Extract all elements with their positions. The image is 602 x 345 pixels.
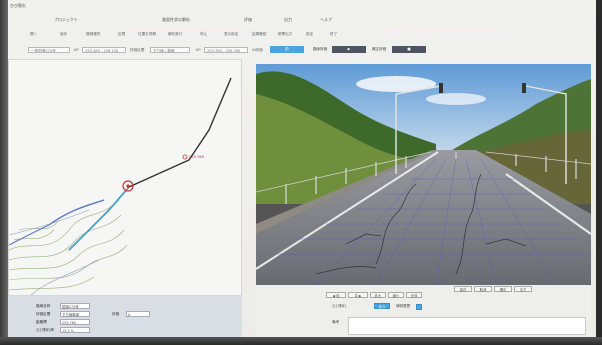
cancel-button[interactable]: 取消 (474, 286, 492, 292)
road-eval-button[interactable]: 路面評価 (310, 46, 330, 53)
menu-project[interactable]: プロジェクト (54, 17, 78, 23)
toolbar-save-button[interactable]: 保存 (60, 32, 67, 37)
menu-analysis[interactable]: 路面性状の解析 (162, 17, 190, 23)
menu-help[interactable]: ヘルプ (320, 17, 332, 23)
prev-button[interactable]: 前 (270, 46, 304, 53)
route-line (68, 77, 232, 251)
menu-output[interactable]: 出力 (284, 17, 292, 23)
info-label-section: 評価区間 (36, 312, 51, 316)
kp-marker-label: 255.760 (189, 155, 205, 159)
route-evaluated-segment (68, 186, 130, 251)
prev-frame-button[interactable]: ◀ 前 (326, 292, 346, 298)
fit-button[interactable]: 全体 (406, 292, 422, 298)
menu-evaluate[interactable]: 評価 (244, 17, 252, 23)
info-value-route[interactable]: 国道274号 (60, 303, 90, 309)
kp-range-field[interactable]: 255.760 - 255.760 (204, 47, 248, 53)
info-extra-select[interactable]: A (126, 311, 150, 317)
repair-history-checkbox[interactable] (416, 304, 422, 310)
current-position-dot (126, 184, 130, 188)
menu-bar: プロジェクト 路面性状の解析 評価 出力 ヘルプ (10, 15, 590, 23)
zoom-in-button[interactable]: 拡大 (370, 292, 386, 298)
note-label: 備考 (332, 320, 340, 324)
info-label-route: 路線名称 (36, 304, 51, 308)
crack-label: ひび割れ (332, 304, 347, 308)
info-label-kp: 距離標 (36, 320, 47, 324)
play-button[interactable]: ▶ (332, 46, 366, 53)
road-image (256, 64, 591, 285)
stop-button[interactable]: ■ (392, 46, 426, 53)
toolbar-sync-button[interactable]: 位置を同期 (138, 32, 156, 37)
ai-eval-label: AI評価 (252, 48, 263, 52)
save-button[interactable]: 保存 (454, 286, 472, 292)
info-panel: 路線名称 国道274号 評価区間 下り線車線 距離標 255.760 ひび割れ率… (8, 296, 242, 337)
kp-label: KP (196, 48, 201, 52)
toolbar-result-button[interactable]: 結果確認 (252, 32, 266, 37)
toolbar-open-button[interactable]: 開く (30, 32, 37, 37)
toolbar-exit-button[interactable]: 終了 (330, 32, 337, 37)
toolbar-report-button[interactable]: 帳票出力 (278, 32, 292, 37)
crack-toggle[interactable]: あり (374, 303, 390, 309)
info-value-kp[interactable]: 255.760 (60, 319, 90, 325)
info-extra-label: 評価 (112, 312, 120, 316)
info-value-crack-rate[interactable]: 15.3 % (60, 327, 90, 333)
road-video-panel[interactable] (256, 64, 591, 285)
repair-history-label: 補修履歴 (396, 304, 411, 308)
route-map[interactable]: 255.760 (9, 60, 242, 296)
toolbar-section-button[interactable]: 区間 (118, 32, 125, 37)
control-panel: ◀ 前 次 ▶ 拡大 縮小 全体 保存 取消 確定 出力 ひび割れ あり 補修履… (256, 286, 591, 337)
toolbar: 開く 保存 路線選択 区間 位置を同期 解析実行 停止 表示設定 結果確認 帳票… (10, 29, 590, 39)
map-panel[interactable]: 255.760 (8, 59, 242, 296)
export-button[interactable]: 出力 (514, 286, 532, 292)
zoom-out-button[interactable]: 縮小 (388, 292, 404, 298)
confirm-button[interactable]: 確定 (494, 286, 512, 292)
topo-water (9, 209, 100, 295)
km-label: KP (74, 48, 79, 52)
monitor-bezel-left (0, 0, 8, 345)
note-field[interactable] (348, 317, 586, 335)
toolbar-settings-button[interactable]: 設定 (306, 32, 313, 37)
section-select[interactable]: 下り線 / 車線 (150, 47, 190, 53)
route-select[interactable]: 一般国道274号 (28, 47, 70, 53)
info-label-crack-rate: ひび割れ率 (36, 328, 54, 332)
toolbar-route-button[interactable]: 路線選択 (86, 32, 100, 37)
filter-row: 一般国道274号 KP 255.480 - 256.150 評価区間 下り線 /… (10, 46, 590, 55)
window-title: ひび割れ (10, 3, 26, 8)
correct-eval-button[interactable]: 補正評価 (368, 46, 390, 53)
section-label: 評価区間 (130, 48, 145, 52)
next-frame-button[interactable]: 次 ▶ (348, 292, 368, 298)
kp-marker[interactable] (182, 154, 188, 160)
monitor-bezel-right (596, 0, 602, 345)
monitor-bezel-bottom (0, 337, 602, 345)
info-value-section[interactable]: 下り線車線 (60, 311, 90, 317)
km-range-field[interactable]: 255.480 - 256.150 (82, 47, 126, 53)
toolbar-stop-button[interactable]: 停止 (200, 32, 207, 37)
toolbar-run-button[interactable]: 解析実行 (168, 32, 182, 37)
toolbar-display-button[interactable]: 表示設定 (224, 32, 238, 37)
river-branch (9, 224, 50, 246)
